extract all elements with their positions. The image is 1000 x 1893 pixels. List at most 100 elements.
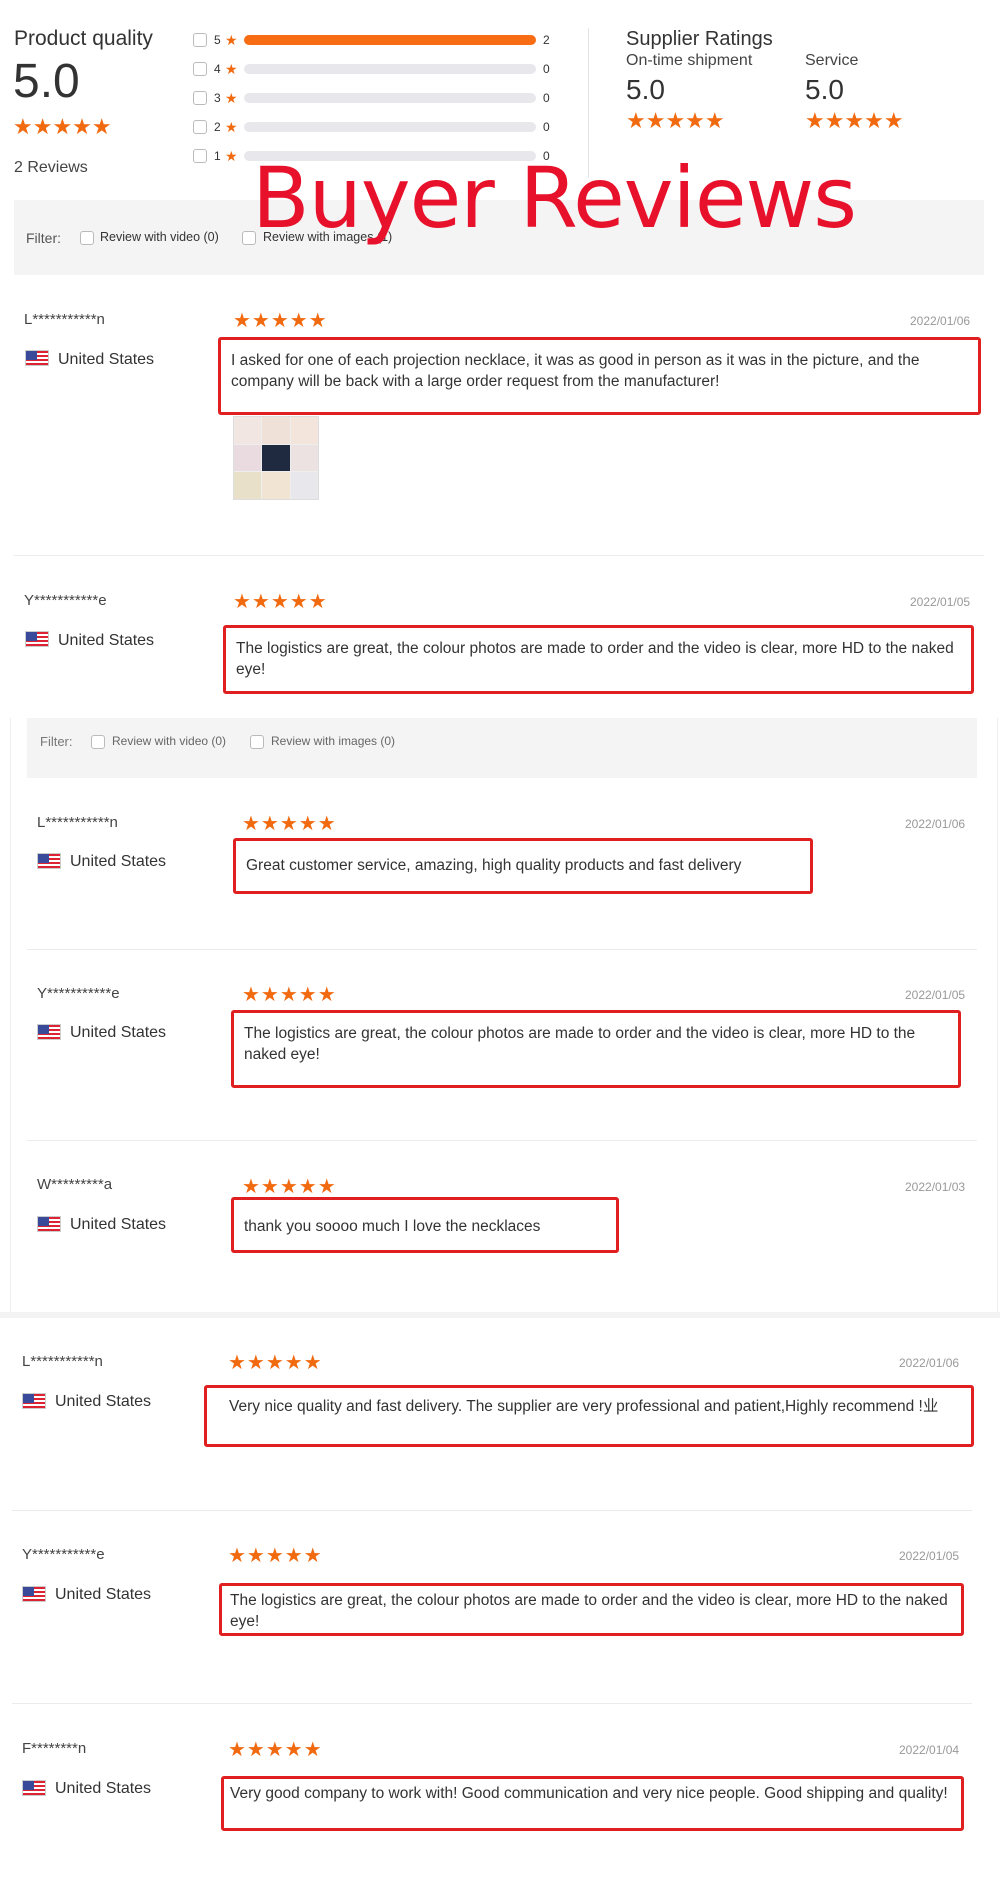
review-stars: ★★★★★	[228, 1739, 323, 1761]
rating-3-label: 3	[214, 91, 221, 105]
rating-1-checkbox[interactable]	[193, 149, 207, 163]
on-time-stars: ★★★★★	[626, 108, 725, 133]
us-flag-icon	[37, 1216, 61, 1232]
review-date: 2022/01/06	[899, 1356, 960, 1370]
rating-3-count: 0	[543, 91, 550, 105]
us-flag-icon	[22, 1780, 46, 1796]
supplier-ratings-label: Supplier Ratings	[626, 28, 773, 50]
review-count: 2 Reviews	[14, 159, 88, 176]
review-stars: ★★★★★	[242, 984, 337, 1006]
review-date: 2022/01/04	[899, 1743, 960, 1757]
us-flag-icon	[22, 1393, 46, 1409]
review-text: Great customer service, amazing, high qu…	[233, 838, 813, 894]
rating-4-bar	[244, 64, 536, 74]
review-divider	[12, 1510, 972, 1511]
us-flag-icon	[37, 1024, 61, 1040]
reviewer-name: W*********a	[37, 1176, 113, 1193]
reviewer-country: United States	[70, 1216, 167, 1233]
rating-3-bar	[244, 93, 536, 103]
rating-2-count: 0	[543, 120, 550, 134]
service-stars: ★★★★★	[805, 108, 904, 133]
product-quality-score: 5.0	[13, 55, 80, 108]
rating-4-checkbox[interactable]	[193, 62, 207, 76]
star-icon: ★	[225, 119, 238, 135]
rating-2-bar	[244, 122, 536, 132]
rating-5-bar	[244, 35, 536, 45]
us-flag-icon	[25, 350, 49, 366]
review-date: 2022/01/05	[905, 988, 966, 1002]
reviewer-name: L***********n	[24, 311, 105, 328]
service-score: 5.0	[805, 74, 844, 105]
rating-5-bar-fill	[244, 35, 536, 45]
review-stars: ★★★★★	[242, 1176, 337, 1198]
rating-1-label: 1	[214, 149, 221, 163]
rating-2-checkbox[interactable]	[193, 120, 207, 134]
rating-5-count: 2	[543, 33, 550, 47]
reviewer-country: United States	[58, 632, 155, 649]
reviewer-name: L***********n	[37, 814, 118, 831]
review-divider	[27, 1140, 977, 1141]
review-divider	[27, 949, 977, 950]
reviewer-name: Y***********e	[22, 1546, 105, 1563]
video-filter-label[interactable]: Review with video (0)	[112, 734, 226, 748]
video-filter-checkbox[interactable]	[91, 735, 105, 749]
reviewer-country: United States	[55, 1780, 152, 1797]
service-label: Service	[805, 52, 859, 69]
review-divider	[12, 1703, 972, 1704]
review-stars: ★★★★★	[233, 591, 328, 613]
reviewer-name: L***********n	[22, 1353, 103, 1370]
reviewer-country: United States	[55, 1393, 152, 1410]
video-filter-label[interactable]: Review with video (0)	[100, 230, 219, 244]
reviewer-country: United States	[58, 351, 155, 368]
review-divider	[14, 555, 984, 556]
reviewer-country: United States	[55, 1586, 152, 1603]
star-icon: ★	[225, 90, 238, 106]
review-text: The logistics are great, the colour phot…	[219, 1583, 964, 1636]
filter-bar	[27, 718, 977, 778]
reviewer-name: Y***********e	[37, 985, 120, 1002]
review-stars: ★★★★★	[228, 1352, 323, 1374]
star-icon: ★	[225, 32, 238, 48]
buyer-reviews-title: Buyer Reviews	[252, 149, 857, 247]
review-text: thank you soooo much I love the necklace…	[231, 1197, 619, 1253]
us-flag-icon	[25, 631, 49, 647]
star-icon: ★	[225, 148, 238, 164]
rating-3-checkbox[interactable]	[193, 91, 207, 105]
review-stars: ★★★★★	[233, 310, 328, 332]
rating-4-label: 4	[214, 62, 221, 76]
review-text: The logistics are great, the colour phot…	[223, 625, 974, 694]
video-filter-checkbox[interactable]	[80, 231, 94, 245]
reviewer-country: United States	[70, 853, 167, 870]
rating-5-label: 5	[214, 33, 221, 47]
reviewer-name: Y***********e	[24, 592, 107, 609]
rating-5-checkbox[interactable]	[193, 33, 207, 47]
us-flag-icon	[37, 853, 61, 869]
us-flag-icon	[22, 1586, 46, 1602]
reviewer-country: United States	[70, 1024, 167, 1041]
review-date: 2022/01/05	[899, 1549, 960, 1563]
filter-label: Filter:	[26, 230, 61, 246]
filter-label: Filter:	[40, 734, 73, 749]
review-image-thumbnail[interactable]	[233, 416, 319, 500]
star-icon: ★	[225, 61, 238, 77]
review-date: 2022/01/06	[905, 817, 966, 831]
review-stars: ★★★★★	[228, 1545, 323, 1567]
on-time-label: On-time shipment	[626, 52, 753, 69]
on-time-score: 5.0	[626, 74, 665, 105]
product-quality-stars: ★★★★★	[13, 114, 112, 139]
images-filter-label[interactable]: Review with images (0)	[271, 734, 395, 748]
review-date: 2022/01/03	[905, 1180, 966, 1194]
review-text: I asked for one of each projection neckl…	[218, 337, 981, 415]
images-filter-checkbox[interactable]	[250, 735, 264, 749]
review-date: 2022/01/05	[910, 595, 971, 609]
product-quality-label: Product quality	[14, 27, 153, 50]
review-stars: ★★★★★	[242, 813, 337, 835]
review-text: Very good company to work with! Good com…	[221, 1776, 964, 1831]
review-text: Very nice quality and fast delivery. The…	[204, 1385, 974, 1447]
reviewer-name: F********n	[22, 1740, 87, 1757]
review-date: 2022/01/06	[910, 314, 971, 328]
rating-4-count: 0	[543, 62, 550, 76]
review-text: The logistics are great, the colour phot…	[231, 1010, 961, 1088]
rating-2-label: 2	[214, 120, 221, 134]
panel-separator	[0, 1312, 1000, 1318]
